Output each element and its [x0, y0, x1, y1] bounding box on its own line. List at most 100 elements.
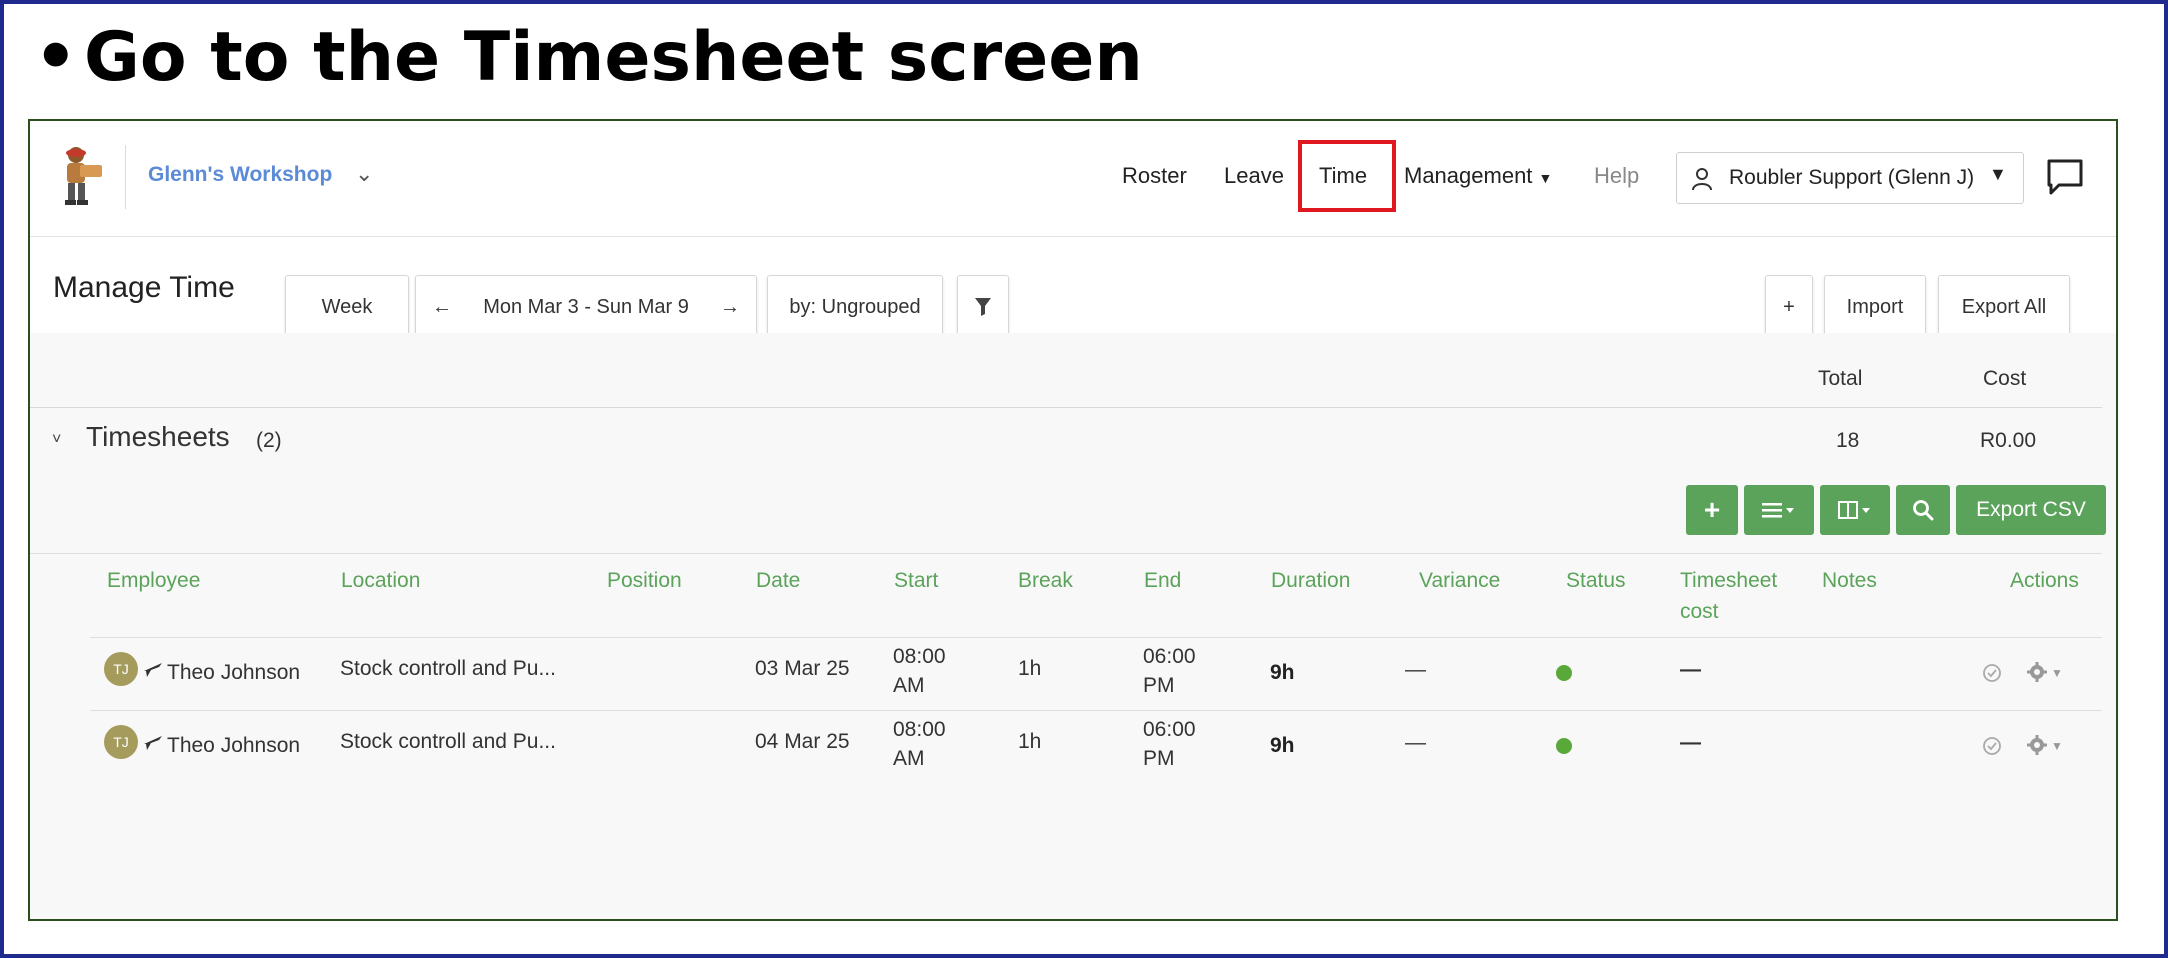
collapse-icon[interactable]: ˅: [52, 431, 61, 449]
col-break[interactable]: Break: [1018, 565, 1073, 596]
total-header: Total: [1818, 367, 1863, 390]
caret-down-icon[interactable]: ▼: [2051, 666, 2063, 680]
export-all-button[interactable]: Export All: [1938, 275, 2070, 339]
slide-title: •Go to the Timesheet screen: [34, 18, 1143, 97]
caret-down-icon: ▼: [1538, 170, 1553, 186]
cost-cell: —: [1680, 731, 1701, 754]
import-label: Import: [1846, 295, 1904, 318]
search-icon: [1913, 500, 1934, 521]
start-cell: 08:00 AM: [893, 642, 946, 700]
status-indicator: [1556, 665, 1572, 681]
table-row[interactable]: TJ Theo Johnson Stock controll and Pu...…: [30, 711, 2116, 783]
col-variance[interactable]: Variance: [1419, 565, 1500, 596]
workspace-selector[interactable]: Glenn's Workshop: [148, 163, 332, 187]
chat-icon[interactable]: [2045, 157, 2085, 197]
variance-cell: —: [1405, 658, 1426, 681]
caret-down-icon[interactable]: ▼: [2051, 739, 2063, 753]
start-cell: 08:00 AM: [893, 715, 946, 773]
nav-divider: [125, 145, 126, 209]
status-indicator: [1556, 738, 1572, 754]
avatar: TJ: [104, 652, 138, 686]
add-timesheet-button[interactable]: +: [1686, 485, 1738, 535]
date-range-picker[interactable]: ← Mon Mar 3 - Sun Mar 9 →: [415, 275, 757, 339]
arrow-left-icon[interactable]: ←: [432, 296, 452, 319]
total-value: 18: [1836, 429, 1860, 452]
end-time: 06:00: [1143, 645, 1196, 668]
approve-icon[interactable]: [1982, 663, 2002, 683]
airplane-icon: [144, 663, 162, 677]
nav-management-label: Management: [1404, 163, 1533, 188]
end-time: 06:00: [1143, 718, 1196, 741]
nav-roster[interactable]: Roster: [1122, 163, 1187, 189]
group-by-button[interactable]: by: Ungrouped: [767, 275, 943, 339]
divider: [30, 553, 2102, 554]
col-location[interactable]: Location: [341, 565, 420, 596]
slide-bullet: •: [34, 18, 78, 97]
start-time: 08:00: [893, 645, 946, 668]
nav-help[interactable]: Help: [1594, 163, 1639, 189]
col-actions: Actions: [2010, 569, 2079, 592]
nav-management[interactable]: Management ▼: [1404, 163, 1552, 189]
airplane-icon: [144, 736, 162, 750]
section-title[interactable]: Timesheets: [86, 421, 230, 453]
cost-value: R0.00: [1980, 429, 2037, 452]
col-position[interactable]: Position: [607, 565, 682, 596]
add-time-button[interactable]: +: [1765, 275, 1813, 339]
employee-name[interactable]: Theo Johnson: [167, 658, 300, 687]
plus-icon: +: [1703, 494, 1721, 525]
divider: [30, 407, 2102, 408]
add-label: +: [1783, 295, 1795, 318]
list-menu-button[interactable]: [1744, 485, 1814, 535]
avatar: TJ: [104, 725, 138, 759]
break-cell: 1h: [1018, 730, 1042, 753]
end-meridiem: PM: [1143, 747, 1175, 770]
col-end[interactable]: End: [1144, 565, 1181, 596]
col-status[interactable]: Status: [1566, 565, 1626, 596]
filter-button[interactable]: [957, 275, 1009, 339]
end-meridiem: PM: [1143, 674, 1175, 697]
cost-cell: —: [1680, 658, 1701, 681]
slide-title-text: Go to the Timesheet screen: [84, 18, 1143, 97]
gear-icon[interactable]: [2026, 734, 2048, 756]
company-logo-icon[interactable]: [52, 145, 104, 207]
col-duration[interactable]: Duration: [1271, 565, 1350, 596]
user-name: Roubler Support (Glenn J): [1729, 166, 1975, 189]
date-cell: 04 Mar 25: [755, 730, 850, 753]
employee-name[interactable]: Theo Johnson: [167, 731, 300, 760]
columns-icon: [1838, 501, 1870, 519]
table-row[interactable]: TJ Theo Johnson Stock controll and Pu...…: [30, 638, 2116, 710]
export-csv-button[interactable]: Export CSV: [1956, 485, 2106, 535]
group-by-label: by: Ungrouped: [789, 295, 921, 318]
duration-cell: 9h: [1270, 661, 1295, 684]
timesheet-content: Total Cost ˅ Timesheets (2) 18 R0.00 + E…: [30, 333, 2116, 919]
top-navigation: Glenn's Workshop ⌄ Roster Leave Time Man…: [30, 121, 2116, 237]
end-cell: 06:00 PM: [1143, 642, 1196, 700]
location-cell: Stock controll and Pu...: [340, 657, 556, 680]
col-date[interactable]: Date: [756, 565, 800, 596]
user-menu[interactable]: Roubler Support (Glenn J) ▼: [1676, 152, 2024, 204]
nav-leave[interactable]: Leave: [1224, 163, 1284, 189]
col-timesheet-cost-line1: Timesheet: [1680, 569, 1778, 592]
col-start[interactable]: Start: [894, 565, 938, 596]
chevron-down-icon[interactable]: ⌄: [355, 161, 373, 187]
caret-down-icon: ▼: [1989, 164, 2007, 184]
search-button[interactable]: [1896, 485, 1950, 535]
break-cell: 1h: [1018, 657, 1042, 680]
date-range-label: Mon Mar 3 - Sun Mar 9: [483, 295, 689, 318]
approve-icon[interactable]: [1982, 736, 2002, 756]
section-count: (2): [256, 429, 282, 452]
gear-icon[interactable]: [2026, 661, 2048, 683]
col-employee[interactable]: Employee: [107, 565, 200, 596]
user-icon: [1692, 168, 1712, 191]
end-cell: 06:00 PM: [1143, 715, 1196, 773]
duration-cell: 9h: [1270, 734, 1295, 757]
cost-header: Cost: [1983, 367, 2027, 390]
arrow-right-icon[interactable]: →: [720, 296, 740, 319]
col-notes[interactable]: Notes: [1822, 565, 1877, 596]
period-button[interactable]: Week: [285, 275, 409, 339]
columns-menu-button[interactable]: [1820, 485, 1890, 535]
app-window: Glenn's Workshop ⌄ Roster Leave Time Man…: [28, 119, 2118, 921]
export-csv-label: Export CSV: [1976, 498, 2086, 521]
import-button[interactable]: Import: [1824, 275, 1926, 339]
col-timesheet-cost[interactable]: Timesheet cost: [1680, 565, 1777, 627]
